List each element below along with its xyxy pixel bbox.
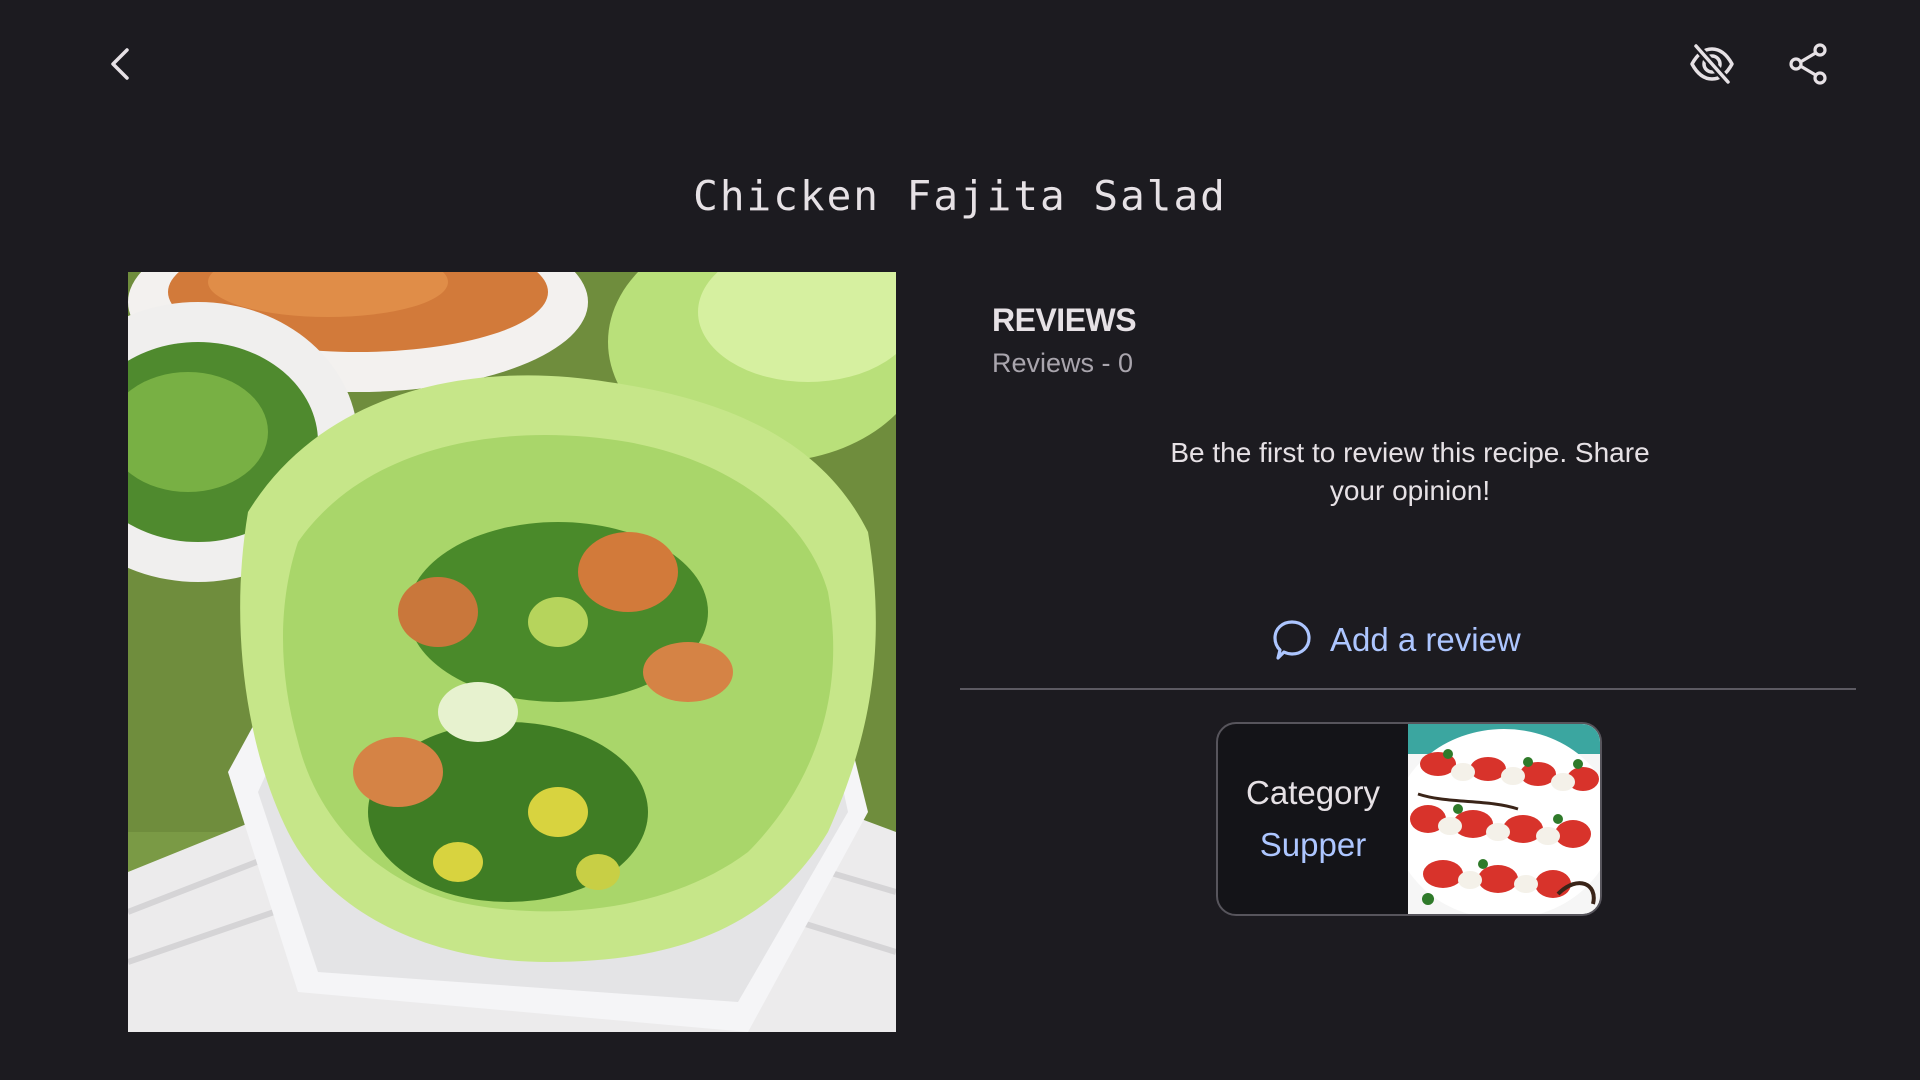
share-icon	[1789, 43, 1827, 85]
add-review-label: Add a review	[1330, 621, 1521, 658]
share-button[interactable]	[1776, 32, 1840, 96]
empty-reviews-message: Be the first to review this recipe. Shar…	[1170, 437, 1650, 506]
category-card[interactable]: Category Supper	[1216, 722, 1602, 916]
divider	[960, 688, 1856, 690]
chevron-left-icon	[111, 48, 129, 80]
eye-off-icon	[1690, 43, 1734, 85]
hide-recipe-button[interactable]	[1680, 32, 1744, 96]
category-label: Category	[1246, 774, 1380, 811]
comment-icon	[1273, 620, 1311, 660]
recipe-photo	[128, 272, 896, 1032]
category-thumbnail	[1394, 724, 1600, 914]
recipe-title: Chicken Fajita Salad	[693, 172, 1227, 220]
add-review-button[interactable]: Add a review	[1272, 614, 1521, 666]
recipe-detail-page: Chicken Fajita Salad REVIEWS Reviews - 0…	[0, 0, 1920, 1080]
category-text: Category Supper	[1218, 724, 1408, 914]
reviews-heading: REVIEWS	[992, 302, 1137, 338]
reviews-count: Reviews - 0	[992, 348, 1134, 378]
category-value: Supper	[1259, 826, 1367, 863]
back-button[interactable]	[89, 32, 153, 96]
